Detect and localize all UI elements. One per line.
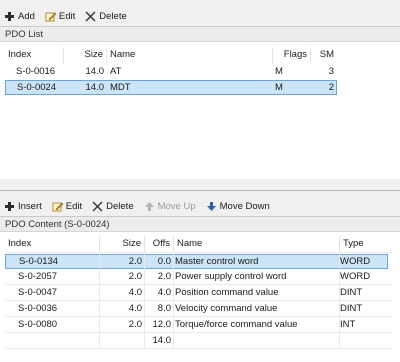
delete-content-button[interactable]: Delete [90,198,135,215]
delete-label: Delete [106,201,134,212]
pdo-content-toolbar: Insert Edit Delete Move Up Move Down [0,197,272,216]
row-offs: 8.0 [157,303,171,314]
pdo-content-header: Index Size Offs Name Type [5,236,392,252]
col-flags-header[interactable]: Flags [273,47,311,63]
insert-button[interactable]: Insert [2,198,44,215]
table-row-selected[interactable]: S-0-0134 2.0 0.0 Master control word WOR… [5,254,388,269]
col-name-header[interactable]: Name [107,47,273,63]
column-divider [339,252,340,349]
col-index-header[interactable]: Index [5,236,100,252]
row-name: MDT [110,82,131,93]
row-offs: 12.0 [152,319,172,330]
row-type: WORD [340,271,371,282]
plus-icon [4,201,15,212]
row-size: 4.0 [128,303,142,314]
row-name: AT [110,66,122,77]
row-name: Velocity command value [175,303,278,314]
column-divider [173,252,174,349]
edit-content-button[interactable]: Edit [50,198,84,215]
pdo-list-panel: PDO List Index Size Name Flags SM S-0-00… [0,26,400,179]
row-type: DINT [340,303,363,314]
edit-label: Edit [58,11,76,22]
add-label: Add [18,11,35,22]
column-divider [144,252,145,349]
add-button[interactable]: Add [2,8,37,25]
row-type: INT [340,319,356,330]
row-size: 14.0 [85,82,105,93]
row-sm: 2 [328,82,334,93]
table-row[interactable]: S-0-0080 2.0 12.0 Torque/force command v… [5,317,392,332]
plus-icon [4,11,15,22]
table-row-selected[interactable]: S-0-0024 14.0 MDT M 2 [5,80,337,95]
table-row[interactable]: S-0-0047 4.0 4.0 Position command value … [5,285,392,300]
pdo-list-title: PDO List [0,27,400,42]
insert-label: Insert [18,201,42,212]
move-up-button[interactable]: Move Up [142,198,198,215]
row-name: Master control word [175,256,259,267]
header-divider [5,252,392,253]
table-row[interactable]: S-0-0036 4.0 8.0 Velocity command value … [5,301,392,316]
row-name: Position command value [175,287,279,298]
delete-x-icon [85,11,96,22]
col-type-header[interactable]: Type [340,236,392,252]
row-offs: 4.0 [157,287,171,298]
row-index: S-0-0080 [18,319,58,330]
pdo-list-toolbar: Add Edit Delete [0,7,129,26]
delete-label: Delete [99,11,127,22]
row-size: 2.0 [128,256,142,267]
splitter[interactable] [0,190,400,191]
arrow-down-icon [206,201,217,212]
row-flags: M [275,82,283,93]
table-row[interactable]: S-0-0016 14.0 AT M 3 [5,64,337,79]
row-size: 2.0 [128,271,142,282]
edit-icon [52,201,64,212]
row-name: Power supply control word [175,271,287,282]
column-divider [99,252,100,349]
pdo-list-table: Index Size Name Flags SM S-0-0016 14.0 A… [5,47,337,107]
row-offs: 2.0 [157,271,171,282]
col-size-header[interactable]: Size [100,236,145,252]
edit-label: Edit [65,201,83,212]
row-type: WORD [340,256,371,267]
row-flags: M [275,66,283,77]
pdo-content-panel: PDO Content (S-0-0024) Index Size Offs N… [0,216,400,362]
row-size: 2.0 [128,319,142,330]
pdo-content-table: Index Size Offs Name Type S-0-0134 2.0 0… [5,236,392,360]
row-name: Torque/force command value [175,319,298,330]
row-size: 14.0 [85,66,105,77]
move-down-label: Move Down [219,201,270,212]
row-divider [5,348,392,349]
row-type: DINT [340,287,363,298]
row-index: S-0-2057 [18,271,58,282]
pdo-list-header: Index Size Name Flags SM [5,47,337,63]
col-offs-header[interactable]: Offs [145,236,174,252]
col-size-header[interactable]: Size [64,47,107,63]
edit-icon [45,11,57,22]
arrow-up-icon [144,201,155,212]
col-sm-header[interactable]: SM [311,47,337,63]
total-offs: 14.0 [152,335,172,346]
table-row[interactable]: S-0-2057 2.0 2.0 Power supply control wo… [5,269,392,284]
edit-button[interactable]: Edit [43,8,77,25]
delete-button[interactable]: Delete [83,8,128,25]
row-offs: 0.0 [157,256,171,267]
row-index: S-0-0047 [18,287,58,298]
move-up-label: Move Up [157,201,196,212]
row-size: 4.0 [128,287,142,298]
move-down-button[interactable]: Move Down [204,198,272,215]
total-row: 14.0 [5,333,392,348]
row-index: S-0-0134 [19,256,59,267]
col-name-header[interactable]: Name [174,236,340,252]
row-index: S-0-0036 [18,303,58,314]
row-sm: 3 [328,66,334,77]
pdo-content-title: PDO Content (S-0-0024) [0,217,400,232]
delete-x-icon [92,201,103,212]
col-index-header[interactable]: Index [5,47,64,63]
